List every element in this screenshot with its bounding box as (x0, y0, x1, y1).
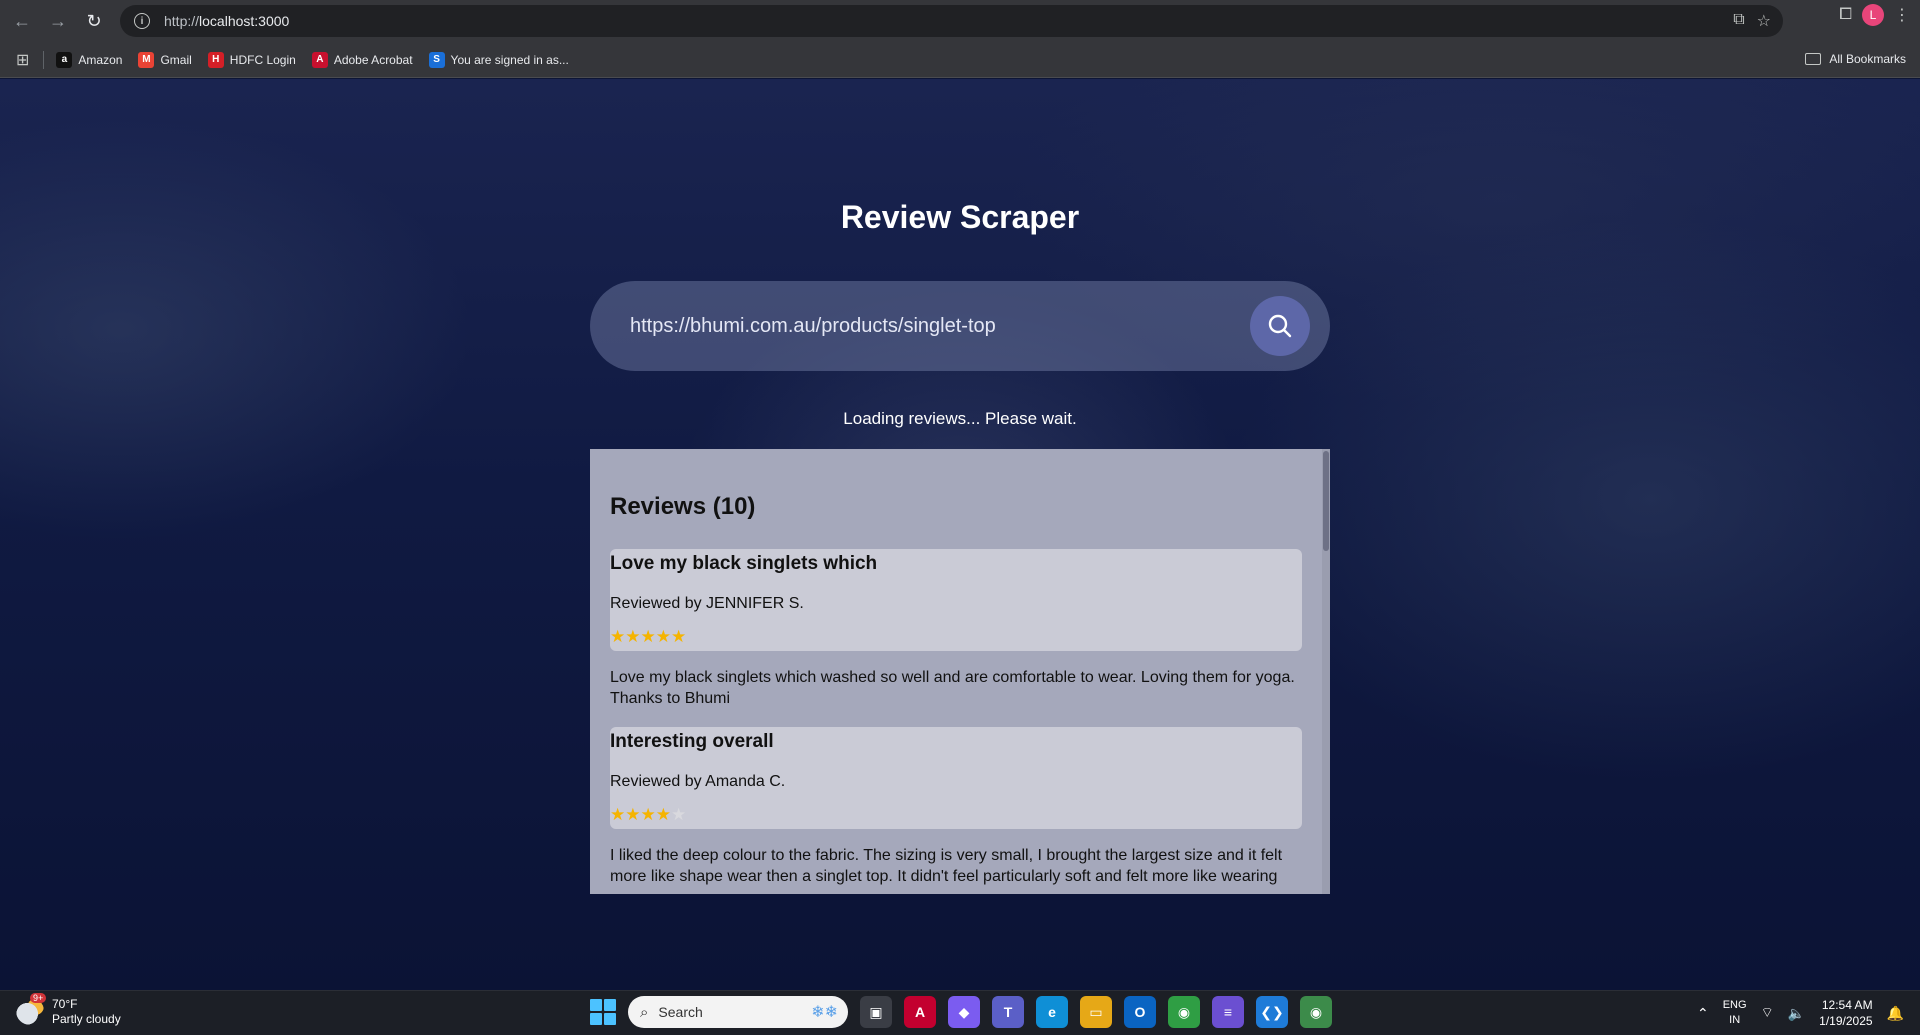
amazon-icon: a (56, 51, 73, 68)
star-rating: ★★★★★ (610, 805, 686, 825)
gmail-icon: M (138, 51, 155, 68)
extensions-icon[interactable]: ⧠ (1839, 6, 1852, 24)
star-icon: ★ (655, 627, 671, 646)
wifi-icon[interactable]: ⌔ (1761, 1004, 1774, 1022)
review-body: I liked the deep colour to the fabric. T… (610, 847, 1283, 885)
bookmarks-bar: ⊞ a Amazon M Gmail H HDFC Login A Adobe Acrobat… (0, 42, 1920, 78)
review-card: Love my black singlets which Reviewed by … (610, 549, 1302, 651)
language-code: ENG (1722, 999, 1747, 1011)
taskbar: 9+ 70°F Partly cloudy ⌕ Search ❄❄ ▣ A ◆ Te ▭… (0, 990, 1920, 1035)
star-icon: ★ (671, 627, 687, 646)
volume-icon[interactable]: 🔈 (1788, 1005, 1805, 1022)
reviews-heading: Reviews (10) (610, 493, 756, 520)
forward-icon[interactable]: → (40, 3, 76, 39)
review-title: Love my black singlets which (610, 553, 878, 574)
bookmark-item[interactable]: A Adobe Acrobat (311, 51, 413, 68)
all-bookmarks-button[interactable]: All Bookmarks (1805, 52, 1906, 66)
edge-icon[interactable]: e (1036, 996, 1068, 1028)
browser-toolbar: ← → ↻ i http://localhost:3000 ⧉ ☆ ⧠ L ⋮ (0, 0, 1920, 42)
star-icon: ★ (610, 805, 626, 824)
search-icon (1268, 314, 1292, 338)
bookmark-label: HDFC Login (229, 52, 296, 67)
copilot-icon[interactable]: ◆ (948, 996, 980, 1028)
review-card: Interesting overall Reviewed by Amanda C.… (610, 727, 1302, 829)
star-rating: ★★★★★ (610, 627, 686, 647)
url-input[interactable] (630, 314, 1230, 338)
url-text[interactable]: http://localhost:3000 (164, 13, 289, 29)
reviews-panel[interactable]: Reviews (10) Love my black singlets whic… (590, 449, 1330, 894)
bookmark-item[interactable]: H HDFC Login (207, 51, 296, 68)
search-button[interactable] (1250, 296, 1310, 356)
chrome-icon[interactable]: ◉ (1168, 996, 1200, 1028)
back-icon[interactable]: ← (4, 3, 40, 39)
bookmark-label: You are signed in as... (450, 52, 569, 67)
search-icon: ⌕ (640, 1003, 649, 1021)
bookmark-item[interactable]: S You are signed in as... (428, 51, 569, 68)
bookmark-star-icon[interactable]: ☆ (1757, 11, 1771, 31)
install-app-icon[interactable]: ⧉ (1733, 11, 1744, 31)
star-icon: ★ (610, 627, 626, 646)
weather-widget[interactable]: 9+ 70°F Partly cloudy (16, 993, 121, 1027)
star-icon: ★ (671, 805, 687, 824)
page-background: Review Scraper Loading reviews... Please… (0, 79, 1920, 990)
all-bookmarks-label: All Bookmarks (1829, 52, 1906, 66)
site-info-icon[interactable]: i (134, 13, 150, 29)
star-icon: ★ (655, 805, 671, 824)
bookmark-item[interactable]: a Amazon (56, 51, 123, 68)
star-icon: ★ (625, 627, 641, 646)
clock[interactable]: 12:54 AM 1/19/2025 (1819, 997, 1872, 1029)
address-bar[interactable]: i http://localhost:3000 ⧉ ☆ (120, 5, 1783, 37)
taskbar-search-label: Search (658, 1004, 703, 1020)
bookmark-separator (43, 50, 45, 69)
search-bar (590, 281, 1330, 371)
clock-date: 1/19/2025 (1819, 1014, 1873, 1028)
snowflake-icon: ❄❄ (811, 1004, 838, 1021)
bookmark-label: Adobe Acrobat (333, 52, 413, 67)
star-icon: ★ (640, 627, 656, 646)
chevron-up-icon[interactable]: ⌃ (1697, 1005, 1709, 1022)
bookmark-label: Amazon (78, 52, 123, 67)
hdfc-icon: H (207, 51, 224, 68)
weather-temp: 70°F (52, 997, 78, 1011)
weather-icon: 9+ (16, 993, 47, 1025)
star-icon: ★ (640, 805, 656, 824)
start-button[interactable] (590, 999, 616, 1025)
task-view-icon[interactable]: ▣ (860, 996, 892, 1028)
acrobat-icon: A (311, 51, 328, 68)
language-indicator[interactable]: ENG IN (1723, 998, 1747, 1028)
star-icon: ★ (625, 805, 641, 824)
notes-icon[interactable]: ≡ (1212, 996, 1244, 1028)
scrollbar-thumb[interactable] (1323, 451, 1329, 551)
review-author: Reviewed by JENNIFER S. (610, 595, 804, 612)
file-explorer-icon[interactable]: ▭ (1080, 996, 1112, 1028)
region-code: IN (1729, 1014, 1741, 1026)
menu-icon[interactable]: ⋮ (1894, 5, 1910, 25)
page-title: Review Scraper (840, 199, 1080, 235)
loading-status: Loading reviews... Please wait. (843, 409, 1077, 428)
notification-bell-icon[interactable]: 🔔 (1887, 1005, 1904, 1022)
reload-icon[interactable]: ↻ (76, 3, 112, 39)
s-icon: S (428, 51, 445, 68)
profile-avatar[interactable]: L (1862, 4, 1884, 26)
review-title: Interesting overall (610, 731, 774, 752)
scrollbar[interactable] (1322, 449, 1330, 894)
vscode-icon[interactable]: ❮❯ (1256, 996, 1288, 1028)
apps-grid-icon[interactable]: ⊞ (16, 50, 29, 70)
clock-time: 12:54 AM (1821, 998, 1873, 1012)
angular-icon[interactable]: A (904, 996, 936, 1028)
bookmark-item[interactable]: M Gmail (138, 51, 192, 68)
folder-icon (1805, 53, 1822, 65)
review-body: Love my black singlets which washed so w… (610, 669, 1295, 707)
taskbar-search[interactable]: ⌕ Search ❄❄ (628, 996, 848, 1028)
chrome-profile-icon[interactable]: ◉ (1300, 996, 1332, 1028)
outlook-icon[interactable]: O (1124, 996, 1156, 1028)
review-author: Reviewed by Amanda C. (610, 773, 786, 790)
teams-icon[interactable]: T (992, 996, 1024, 1028)
weather-badge: 9+ (30, 993, 47, 1003)
weather-condition: Partly cloudy (52, 1012, 121, 1026)
bookmark-label: Gmail (160, 52, 192, 67)
